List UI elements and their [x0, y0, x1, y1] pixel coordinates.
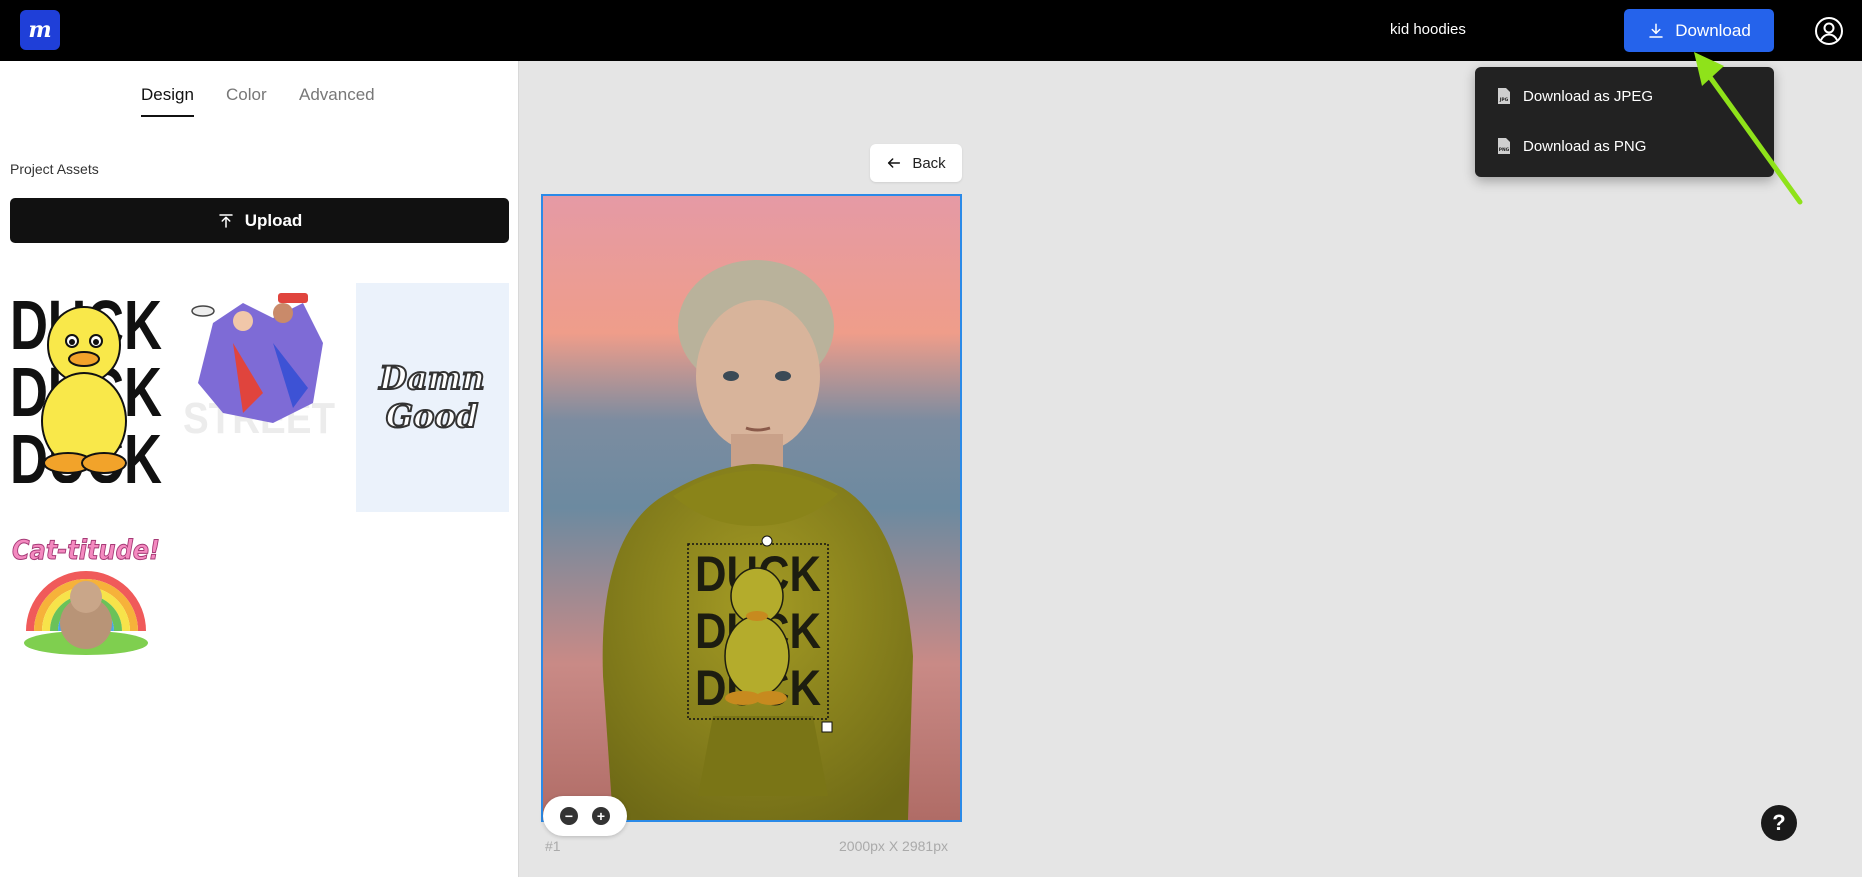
png-file-icon: PNG	[1498, 138, 1510, 154]
cat-titude-design-image: Cat-titude!	[12, 535, 161, 655]
street-design-image: STREET	[183, 293, 335, 443]
back-button[interactable]: Back	[870, 144, 962, 182]
upload-button[interactable]: Upload	[10, 198, 509, 243]
help-button[interactable]: ?	[1761, 805, 1797, 841]
download-icon	[1649, 23, 1663, 38]
zoom-out-icon[interactable]: −	[560, 807, 578, 825]
tab-advanced[interactable]: Advanced	[299, 85, 375, 105]
upload-label: Upload	[244, 210, 303, 230]
damn-word: Damn	[378, 359, 485, 397]
download-png-item[interactable]: PNG Download as PNG	[1497, 134, 1646, 158]
cat-titude-word: Cat-titude!	[12, 535, 160, 566]
download-label: Download	[1675, 20, 1751, 40]
mockup-canvas[interactable]: DUCK DUCK DUCK	[541, 194, 962, 822]
download-jpeg-label: Download as JPEG	[1523, 87, 1654, 105]
damn-good-design-image: Damn Good	[377, 358, 486, 436]
app-logo[interactable]: m	[20, 10, 60, 50]
page-number: #1	[545, 838, 561, 854]
jpg-file-icon-tag: JPG	[1499, 97, 1509, 103]
good-word: Good	[386, 397, 478, 435]
logo-letter: m	[28, 17, 52, 43]
tab-design[interactable]: Design	[141, 85, 194, 117]
asset-cat-titude[interactable]: Cat-titude!	[10, 531, 162, 661]
asset-duck-duck-duck[interactable]: DUCK DUCK DUCK	[10, 283, 162, 483]
tab-color[interactable]: Color	[226, 85, 267, 105]
asset-street-characters[interactable]: STREET	[183, 283, 335, 443]
download-jpeg-item[interactable]: JPG Download as JPEG	[1497, 84, 1653, 108]
back-label: Back	[912, 154, 946, 172]
upload-icon	[218, 213, 233, 228]
jpg-file-icon: JPG	[1498, 88, 1510, 104]
left-panel: Design Color Advanced Project Assets Upl…	[0, 61, 519, 877]
project-title[interactable]: kid hoodies	[1390, 21, 1466, 38]
section-title: Project Assets	[10, 161, 99, 177]
account-icon[interactable]	[1814, 16, 1844, 46]
duck-design-image: DUCK DUCK DUCK	[10, 286, 162, 483]
canvas-dimensions: 2000px X 2981px	[839, 838, 948, 854]
panel-tabs: Design Color Advanced	[0, 85, 519, 125]
asset-damn-good[interactable]: Damn Good	[356, 283, 509, 512]
download-dropdown: JPG Download as JPEG PNG Download as PNG	[1475, 67, 1774, 177]
download-png-label: Download as PNG	[1523, 137, 1647, 155]
zoom-in-icon[interactable]: +	[592, 807, 610, 825]
arrow-left-icon	[888, 158, 901, 168]
download-button[interactable]: Download	[1624, 9, 1774, 52]
mockup-photo: DUCK DUCK DUCK	[543, 196, 960, 820]
top-bar: m kid hoodies Download	[0, 0, 1862, 61]
png-file-icon-tag: PNG	[1499, 147, 1510, 153]
zoom-controls: − +	[543, 796, 627, 836]
